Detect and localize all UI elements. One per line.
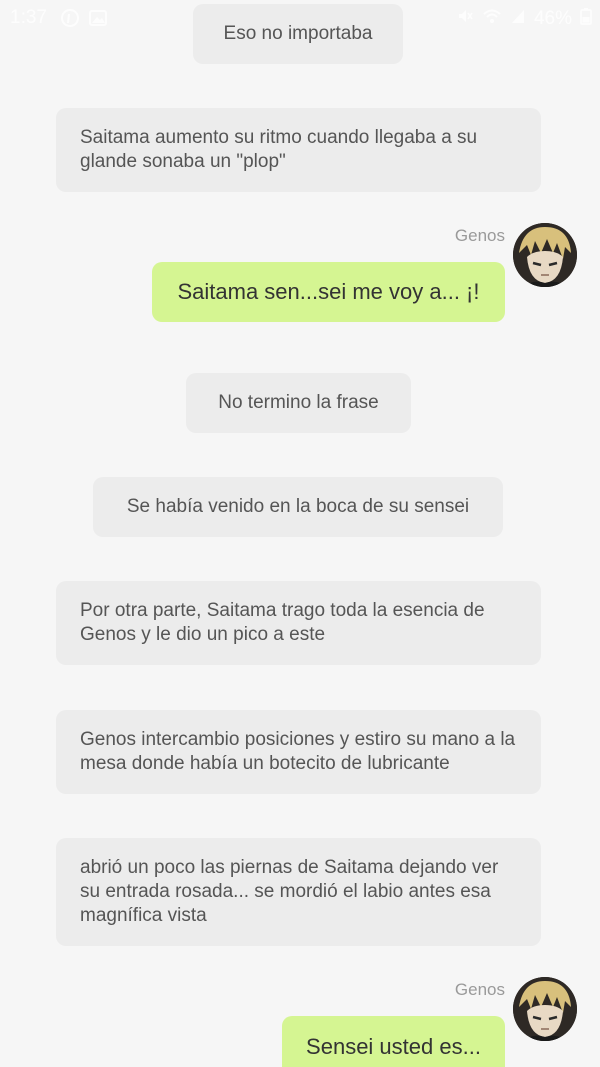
narration-message: No termino la frase xyxy=(186,373,411,433)
status-bar: 1:37 46% xyxy=(0,0,600,36)
narration-message: Genos intercambio posiciones y estiro su… xyxy=(56,710,541,794)
narration-text: Por otra parte, Saitama trago toda la es… xyxy=(80,600,485,645)
narration-message: Por otra parte, Saitama trago toda la es… xyxy=(56,581,541,665)
status-time: 1:37 xyxy=(10,7,47,28)
speech-text: Saitama sen...sei me voy a... ¡! xyxy=(177,279,480,304)
mute-icon xyxy=(456,7,474,31)
image-icon xyxy=(88,8,108,34)
speech-bubble: Sensei usted es... xyxy=(282,1016,505,1067)
genos-avatar[interactable] xyxy=(513,223,577,287)
narration-text: Se había venido en la boca de su sensei xyxy=(126,496,470,517)
chat-screen: 1:37 46% Eso no importaba Saitama aument… xyxy=(0,0,600,1067)
narration-message: Saitama aumento su ritmo cuando llegaba … xyxy=(56,108,541,192)
narration-text: No termino la frase xyxy=(218,392,379,413)
speech-text: Sensei usted es... xyxy=(306,1034,481,1059)
speech-bubble: Saitama sen...sei me voy a... ¡! xyxy=(152,262,505,322)
narration-text: Genos intercambio posiciones y estiro su… xyxy=(80,729,516,774)
narration-message: abrió un poco las piernas de Saitama dej… xyxy=(56,838,541,946)
narration-message: Se había venido en la boca de su sensei xyxy=(93,477,503,537)
narration-text: abrió un poco las piernas de Saitama dej… xyxy=(80,857,499,926)
wifi-icon xyxy=(482,7,502,31)
speaker-name: Genos xyxy=(454,980,505,999)
pinterest-icon xyxy=(60,8,80,34)
battery-icon xyxy=(580,7,592,31)
signal-icon xyxy=(510,7,526,31)
battery-text: 46% xyxy=(533,8,572,29)
speaker-name: Genos xyxy=(454,226,505,245)
narration-text: Saitama aumento su ritmo cuando llegaba … xyxy=(80,127,478,172)
genos-avatar[interactable] xyxy=(513,977,577,1041)
